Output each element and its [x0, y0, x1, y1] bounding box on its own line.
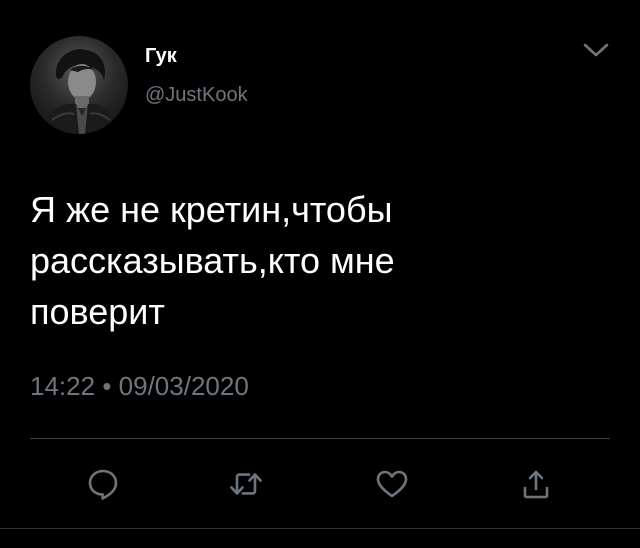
user-handle[interactable]: @JustKook: [145, 83, 248, 107]
reply-button[interactable]: [85, 466, 121, 502]
tweet-time: 14:22: [30, 371, 96, 401]
like-button[interactable]: [374, 466, 410, 502]
tweet-text: Я же не кретин,чтобы рассказывать,кто мн…: [30, 189, 395, 332]
tweet-card: Гук @JustKook Я же не кретин,чтобы расск…: [0, 0, 640, 548]
divider: [30, 438, 610, 439]
display-name[interactable]: Гук: [145, 44, 177, 68]
share-button[interactable]: [518, 466, 554, 502]
heart-icon: [376, 470, 408, 498]
share-icon: [523, 470, 549, 499]
tweet-timestamp[interactable]: 14:22 • 09/03/2020: [30, 369, 249, 403]
chevron-down-icon[interactable]: [582, 40, 610, 60]
profile-photo-icon: [40, 49, 122, 134]
meta-separator: •: [102, 371, 112, 401]
avatar[interactable]: [30, 36, 128, 134]
retweet-icon: [230, 473, 262, 495]
retweet-button[interactable]: [228, 466, 264, 502]
speech-bubble-icon: [88, 469, 118, 500]
tweet-date: 09/03/2020: [118, 371, 249, 401]
bottom-divider: [0, 528, 640, 529]
